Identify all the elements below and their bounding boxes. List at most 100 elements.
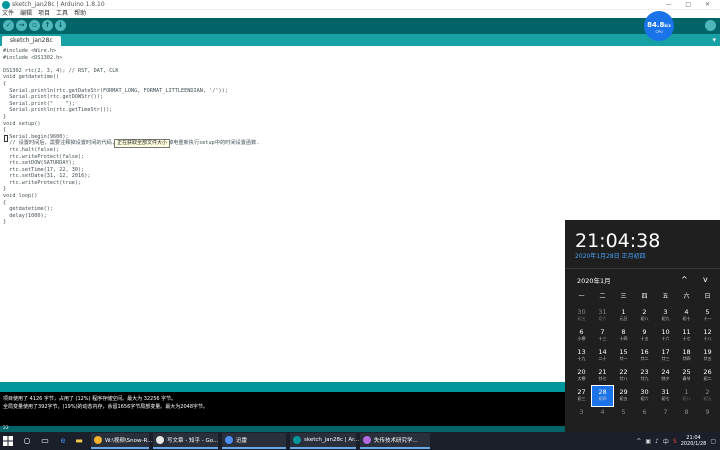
calendar-day[interactable]: 30 初五 bbox=[571, 306, 592, 326]
day-number: 4 bbox=[600, 408, 605, 416]
calendar-day[interactable]: 30 初六 bbox=[634, 386, 655, 406]
calendar-month-label[interactable]: 2020年1月 bbox=[577, 277, 611, 285]
taskbar-app[interactable]: sketch_jan28c | Ar... bbox=[290, 433, 359, 449]
calendar-next-icon[interactable]: v bbox=[703, 275, 708, 284]
tray-expand-icon[interactable]: ^ bbox=[636, 438, 641, 445]
search-icon[interactable]: ○ bbox=[21, 435, 33, 447]
serial-monitor-button[interactable] bbox=[705, 20, 716, 31]
calendar-day[interactable]: 26 初二 bbox=[697, 366, 718, 386]
calendar-day[interactable]: 8 十四 bbox=[613, 326, 634, 346]
calendar-day[interactable]: 29 初五 bbox=[613, 386, 634, 406]
code-line: DS1302 rtc(2, 3, 4); // RST, DAT, CLK bbox=[3, 67, 119, 74]
volume-icon[interactable]: ♪ bbox=[655, 438, 659, 445]
tab-menu-button[interactable]: ▾ bbox=[712, 35, 716, 45]
calendar-day[interactable]: 31 初六 bbox=[592, 306, 613, 326]
save-button[interactable]: ↓ bbox=[55, 20, 66, 31]
taskbar-clock[interactable]: 21:04 2020/1/28 bbox=[681, 435, 707, 447]
day-number: 14 bbox=[598, 348, 607, 356]
lunar-date: 廿一 bbox=[619, 356, 628, 361]
edge-icon[interactable]: e bbox=[57, 435, 69, 447]
calendar-day[interactable]: 18 廿四 bbox=[676, 346, 697, 366]
day-number: 16 bbox=[640, 348, 649, 356]
taskbar-app-label: W:\视频\Snow-R... bbox=[105, 438, 153, 444]
day-number: 11 bbox=[682, 328, 691, 336]
app-tray-icon[interactable]: S bbox=[673, 438, 677, 445]
calendar-day[interactable]: 11 十七 bbox=[676, 326, 697, 346]
toolbar: ✓ → ▫ ↑ ↓ bbox=[0, 18, 720, 34]
taskbar-app[interactable]: 迅雷 bbox=[222, 433, 286, 449]
calendar-day[interactable]: 27 初三 bbox=[571, 386, 592, 406]
verify-button[interactable]: ✓ bbox=[3, 20, 14, 31]
taskbar-app[interactable]: W:\视频\Snow-R... bbox=[91, 433, 153, 449]
folder-icon[interactable]: ▬ bbox=[73, 435, 85, 447]
window-controls[interactable]: — □ ✕ bbox=[665, 0, 716, 10]
calendar-day[interactable]: 25 春节 bbox=[676, 366, 697, 386]
calendar-day[interactable]: 5 bbox=[613, 406, 634, 426]
calendar-day[interactable]: 10 十六 bbox=[655, 326, 676, 346]
lunar-date: 十八 bbox=[703, 336, 712, 341]
code-line: { bbox=[3, 199, 7, 206]
ime-icon[interactable]: 中 bbox=[663, 437, 669, 446]
calendar-day[interactable]: 20 大寒 bbox=[571, 366, 592, 386]
calendar-prev-icon[interactable]: ^ bbox=[681, 275, 688, 284]
calendar-day[interactable]: 2 初九 bbox=[697, 386, 718, 406]
day-number: 21 bbox=[598, 368, 607, 376]
calendar-day[interactable]: 9 十五 bbox=[634, 326, 655, 346]
lunar-date: 廿八 bbox=[619, 376, 628, 381]
calendar-day[interactable]: 12 十八 bbox=[697, 326, 718, 346]
menu-tools[interactable]: 工具 bbox=[56, 10, 68, 18]
calendar-day[interactable]: 24 除夕 bbox=[655, 366, 676, 386]
calendar-day[interactable]: 14 二十 bbox=[592, 346, 613, 366]
calendar-day[interactable]: 23 廿九 bbox=[634, 366, 655, 386]
calendar-day[interactable]: 4 bbox=[592, 406, 613, 426]
calendar-day[interactable]: 5 十一 bbox=[697, 306, 718, 326]
calendar-day[interactable]: 1 初八 bbox=[676, 386, 697, 406]
calendar-day[interactable]: 6 bbox=[634, 406, 655, 426]
calendar-day[interactable]: 21 廿七 bbox=[592, 366, 613, 386]
taskbar-app[interactable]: 失传技术研究学... bbox=[360, 433, 430, 449]
day-number: 23 bbox=[640, 368, 649, 376]
day-number: 17 bbox=[661, 348, 670, 356]
calendar-day[interactable]: 2 初八 bbox=[634, 306, 655, 326]
calendar-day[interactable]: 19 廿五 bbox=[697, 346, 718, 366]
open-button[interactable]: ↑ bbox=[42, 20, 53, 31]
windows-start-icon[interactable] bbox=[3, 436, 13, 446]
lunar-date: 初八 bbox=[640, 316, 649, 321]
calendar-day[interactable]: 13 十九 bbox=[571, 346, 592, 366]
new-button[interactable]: ▫ bbox=[29, 20, 40, 31]
calendar-day[interactable]: 7 bbox=[655, 406, 676, 426]
calendar-day[interactable]: 6 小寒 bbox=[571, 326, 592, 346]
code-line: rtc.writeProtect(false); bbox=[3, 153, 85, 160]
calendar-day[interactable]: 4 初十 bbox=[676, 306, 697, 326]
code-line: #include <DS1302.h> bbox=[3, 54, 63, 61]
calendar-day[interactable]: 15 廿一 bbox=[613, 346, 634, 366]
day-number: 27 bbox=[577, 388, 586, 396]
calendar-day-today[interactable]: 28 初四 bbox=[591, 385, 614, 407]
network-icon[interactable]: ▣ bbox=[645, 438, 651, 445]
calendar-day[interactable]: 17 廿三 bbox=[655, 346, 676, 366]
lunar-date: 初九 bbox=[661, 316, 670, 321]
calendar-day[interactable]: 31 初七 bbox=[655, 386, 676, 406]
day-number: 1 bbox=[621, 308, 626, 316]
calendar-day[interactable]: 7 十三 bbox=[592, 326, 613, 346]
day-number: 7 bbox=[663, 408, 668, 416]
day-number: 18 bbox=[682, 348, 691, 356]
calendar-day[interactable]: 3 bbox=[571, 406, 592, 426]
net-speed-widget[interactable]: 84.8k/s CPU bbox=[644, 11, 674, 41]
task-view-icon[interactable]: ▭ bbox=[39, 435, 51, 447]
notification-icon[interactable]: ▢ bbox=[710, 438, 716, 445]
calendar-day[interactable]: 9 bbox=[697, 406, 718, 426]
upload-button[interactable]: → bbox=[16, 20, 27, 31]
tab-sketch[interactable]: sketch_jan28c bbox=[2, 36, 61, 46]
taskbar-app[interactable]: 写文章 - 知乎 - Go... bbox=[153, 433, 218, 449]
calendar-date-link[interactable]: 2020年1月28日 正月初四 bbox=[575, 253, 646, 261]
calendar-day[interactable]: 1 元旦 bbox=[613, 306, 634, 326]
menu-help[interactable]: 帮助 bbox=[74, 10, 86, 18]
calendar-day[interactable]: 3 初九 bbox=[655, 306, 676, 326]
calendar-day[interactable]: 22 廿八 bbox=[613, 366, 634, 386]
menu-edit[interactable]: 编辑 bbox=[20, 10, 32, 18]
menu-file[interactable]: 文件 bbox=[2, 10, 14, 18]
calendar-day[interactable]: 16 廿二 bbox=[634, 346, 655, 366]
menu-sketch[interactable]: 项目 bbox=[38, 10, 50, 18]
calendar-day[interactable]: 8 bbox=[676, 406, 697, 426]
